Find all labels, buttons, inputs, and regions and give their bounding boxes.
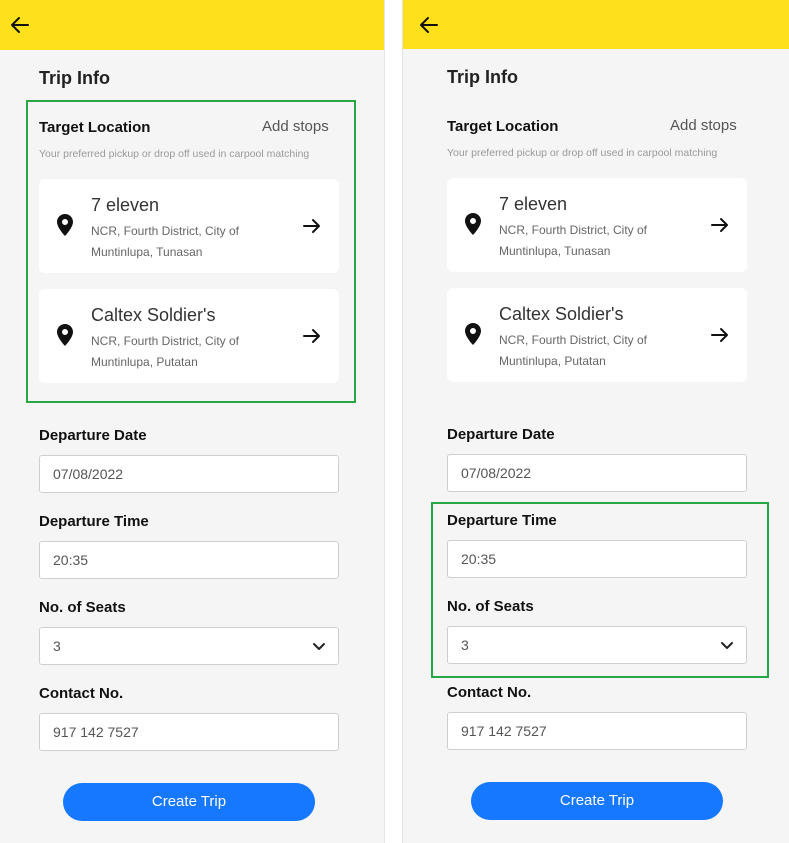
app-header [0, 0, 384, 50]
seats-label: No. of Seats [39, 599, 126, 616]
back-arrow-icon [420, 17, 438, 33]
target-location-label: Target Location [447, 118, 559, 135]
departure-date-value: 07/08/2022 [53, 466, 124, 482]
location-card[interactable]: Caltex Soldier's NCR, Fourth District, C… [447, 288, 747, 382]
seats-label: No. of Seats [447, 598, 534, 615]
seats-value: 3 [53, 638, 61, 654]
target-location-hint: Your preferred pickup or drop off used i… [447, 147, 718, 159]
departure-time-label: Departure Time [447, 512, 557, 529]
seats-select[interactable]: 3 [447, 626, 747, 664]
add-stops-link[interactable]: Add stops [262, 118, 329, 135]
contact-label: Contact No. [39, 685, 124, 702]
create-trip-button[interactable]: Create Trip [471, 782, 723, 820]
target-location-label: Target Location [39, 119, 151, 136]
departure-time-value: 20:35 [461, 551, 497, 567]
departure-time-label: Departure Time [39, 513, 149, 530]
departure-time-field[interactable]: 20:35 [447, 540, 747, 578]
location-address: NCR, Fourth District, City of Muntinlupa… [499, 333, 648, 368]
page-title: Trip Info [39, 68, 110, 88]
screen-divider [384, 0, 403, 843]
contact-value: 917 142 7527 [461, 723, 547, 739]
location-address: NCR, Fourth District, City of Muntinlupa… [499, 223, 648, 258]
departure-time-value: 20:35 [53, 552, 89, 568]
app-header [403, 0, 789, 49]
chevron-down-icon [313, 643, 325, 650]
back-button[interactable] [417, 13, 441, 37]
location-address: NCR, Fourth District, City of Muntinlupa… [91, 334, 240, 369]
location-name: Caltex Soldier's [499, 304, 624, 324]
contact-field[interactable]: 917 142 7527 [39, 713, 339, 751]
contact-label: Contact No. [447, 684, 532, 701]
departure-date-field[interactable]: 07/08/2022 [447, 454, 747, 492]
departure-date-label: Departure Date [39, 427, 147, 444]
arrow-right-icon [303, 219, 320, 233]
seats-select[interactable]: 3 [39, 627, 339, 665]
location-pin-icon [57, 214, 73, 236]
arrow-right-icon [711, 328, 728, 342]
create-trip-button[interactable]: Create Trip [63, 783, 315, 821]
target-location-hint: Your preferred pickup or drop off used i… [39, 148, 310, 160]
add-stops-link[interactable]: Add stops [670, 117, 737, 134]
departure-date-label: Departure Date [447, 426, 555, 443]
departure-date-field[interactable]: 07/08/2022 [39, 455, 339, 493]
location-card[interactable]: 7 eleven NCR, Fourth District, City of M… [447, 178, 747, 272]
contact-value: 917 142 7527 [53, 724, 139, 740]
departure-time-field[interactable]: 20:35 [39, 541, 339, 579]
seats-value: 3 [461, 637, 469, 653]
page-title: Trip Info [447, 67, 518, 87]
arrow-right-icon [711, 218, 728, 232]
location-address: NCR, Fourth District, City of Muntinlupa… [91, 224, 240, 259]
arrow-right-icon [303, 329, 320, 343]
chevron-down-icon [721, 642, 733, 649]
contact-field[interactable]: 917 142 7527 [447, 712, 747, 750]
location-name: 7 eleven [499, 194, 568, 214]
screen-left: Trip Info Target Location Add stops Your… [0, 0, 384, 843]
location-pin-icon [465, 323, 481, 345]
location-name: 7 eleven [91, 195, 160, 215]
location-card[interactable]: Caltex Soldier's NCR, Fourth District, C… [39, 289, 339, 383]
back-arrow-icon [11, 17, 29, 33]
location-pin-icon [57, 324, 73, 346]
back-button[interactable] [8, 13, 32, 37]
screen-right: Trip Info Target Location Add stops Your… [403, 0, 789, 843]
location-card[interactable]: 7 eleven NCR, Fourth District, City of M… [39, 179, 339, 273]
location-pin-icon [465, 213, 481, 235]
location-name: Caltex Soldier's [91, 305, 216, 325]
departure-date-value: 07/08/2022 [461, 465, 532, 481]
